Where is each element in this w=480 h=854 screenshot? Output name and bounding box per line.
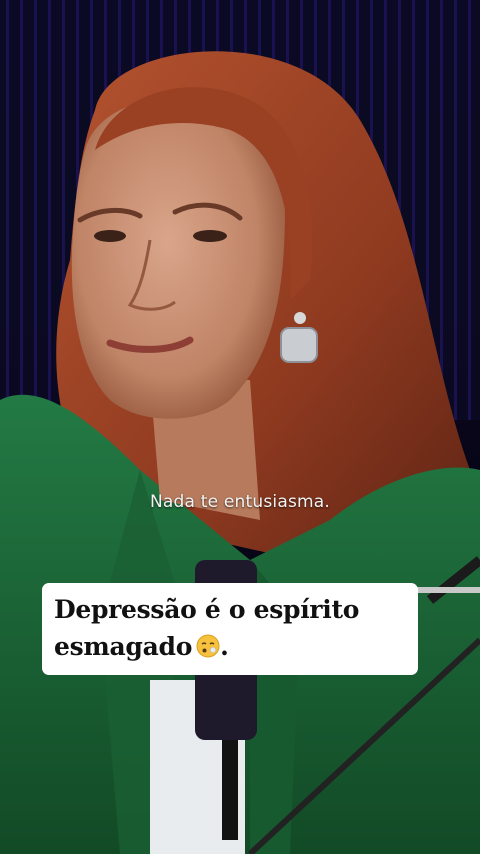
caption-line-2: esmagado (54, 632, 193, 661)
right-eye (193, 230, 227, 242)
caption-box: Depressão é o espírito esmagado . (42, 583, 418, 675)
earring (280, 327, 318, 363)
podcast-scene (0, 0, 480, 854)
video-frame[interactable]: Nada te entusiasma. Depressão é o espíri… (0, 0, 480, 854)
subtitle-text: Nada te entusiasma. (150, 492, 330, 512)
left-eye (94, 230, 126, 242)
exhausted-face-emoji-icon (196, 631, 220, 658)
caption-line-1: Depressão é o espírito (54, 595, 360, 624)
caption-end: . (220, 632, 229, 661)
caption-text: Depressão é o espírito esmagado . (54, 591, 408, 665)
